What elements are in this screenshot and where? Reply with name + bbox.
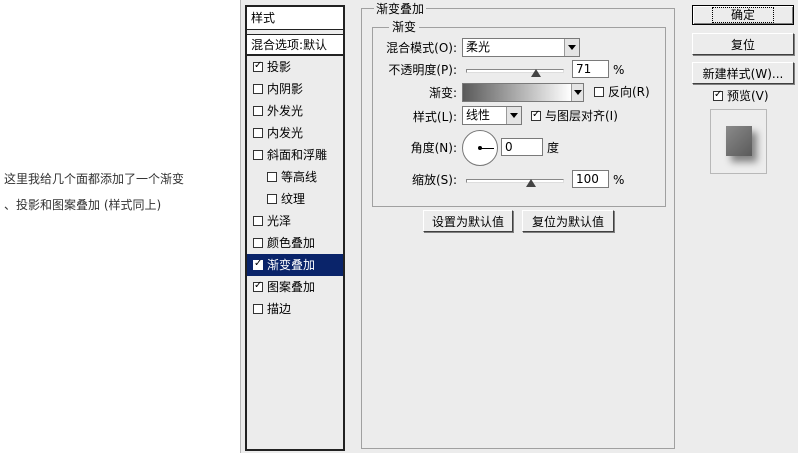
make-default-button[interactable]: 设置为默认值 bbox=[423, 210, 513, 232]
angle-dial-hand bbox=[480, 148, 494, 149]
style-item-label: 等高线 bbox=[281, 170, 318, 184]
angle-label: 角度(N): bbox=[410, 141, 457, 155]
reverse-checkbox-box[interactable] bbox=[594, 87, 604, 97]
style-item[interactable]: 光泽 bbox=[247, 210, 343, 232]
align-with-layer-checkbox[interactable]: 与图层对齐(I) bbox=[531, 108, 618, 124]
opacity-input[interactable]: 71 bbox=[572, 60, 609, 78]
chevron-down-icon[interactable] bbox=[571, 84, 583, 101]
style-item-checkbox[interactable] bbox=[253, 257, 263, 271]
angle-dial-center bbox=[478, 146, 482, 150]
ok-button[interactable]: 确定 bbox=[692, 5, 794, 25]
style-value: 线性 bbox=[466, 108, 491, 122]
style-item-checkbox[interactable] bbox=[253, 279, 263, 293]
style-item[interactable]: 图案叠加 bbox=[247, 276, 343, 298]
preview-checkbox[interactable]: 预览(V) bbox=[713, 88, 769, 104]
style-item[interactable]: 颜色叠加 bbox=[247, 232, 343, 254]
style-item-label: 斜面和浮雕 bbox=[267, 148, 328, 162]
style-item[interactable]: 斜面和浮雕 bbox=[247, 144, 343, 166]
style-preview-thumbnail bbox=[710, 109, 767, 174]
scale-slider-track[interactable] bbox=[466, 179, 564, 183]
style-item-label: 投影 bbox=[267, 60, 292, 74]
angle-input[interactable]: 0 bbox=[501, 138, 543, 156]
align-checkbox-box[interactable] bbox=[531, 108, 541, 122]
opacity-slider-thumb[interactable] bbox=[530, 69, 541, 77]
style-item-label: 内发光 bbox=[267, 126, 304, 140]
gradient-swatch[interactable] bbox=[463, 84, 571, 101]
side-note: 这里我给几个面都添加了一个渐变 、投影和图案叠加 (样式同上) bbox=[4, 166, 229, 218]
layer-style-dialog: 样式 混合选项:默认 投影内阴影外发光内发光斜面和浮雕等高线纹理光泽颜色叠加渐变… bbox=[240, 0, 798, 453]
style-item-label: 图案叠加 bbox=[267, 280, 316, 294]
gradient-group-title: 渐变 bbox=[389, 20, 420, 34]
style-item[interactable]: 渐变叠加 bbox=[247, 254, 343, 276]
panel-title: 渐变叠加 bbox=[374, 2, 427, 16]
style-item[interactable]: 描边 bbox=[247, 298, 343, 320]
chevron-down-icon bbox=[506, 107, 521, 124]
styles-list-header[interactable]: 样式 bbox=[247, 7, 343, 30]
reset-to-default-button[interactable]: 复位为默认值 bbox=[522, 210, 614, 232]
preview-checkbox-box[interactable] bbox=[713, 88, 723, 102]
gradient-picker[interactable] bbox=[462, 83, 584, 102]
style-item-checkbox[interactable] bbox=[267, 194, 277, 204]
styles-list: 样式 混合选项:默认 投影内阴影外发光内发光斜面和浮雕等高线纹理光泽颜色叠加渐变… bbox=[245, 5, 345, 451]
scale-label: 缩放(S): bbox=[411, 173, 457, 187]
opacity-label: 不透明度(P): bbox=[388, 63, 457, 77]
gradient-overlay-panel: 渐变叠加 渐变 混合模式(O): 柔光 不透明度(P): 71 % 渐变: 反向… bbox=[361, 2, 675, 449]
style-item-label: 颜色叠加 bbox=[267, 236, 316, 250]
chevron-down-icon bbox=[564, 39, 579, 56]
scale-unit: % bbox=[613, 173, 625, 187]
preview-swatch bbox=[726, 126, 752, 156]
blend-mode-value: 柔光 bbox=[466, 40, 491, 54]
style-item-checkbox[interactable] bbox=[253, 106, 263, 116]
preview-label: 预览(V) bbox=[727, 89, 769, 103]
align-label: 与图层对齐(I) bbox=[545, 109, 618, 123]
style-item-checkbox[interactable] bbox=[253, 238, 263, 248]
style-item[interactable]: 外发光 bbox=[247, 100, 343, 122]
style-item-checkbox[interactable] bbox=[253, 59, 263, 73]
style-item[interactable]: 内发光 bbox=[247, 122, 343, 144]
side-note-line-2: 、投影和图案叠加 (样式同上) bbox=[4, 198, 162, 212]
style-item[interactable]: 等高线 bbox=[247, 166, 343, 188]
style-item-checkbox[interactable] bbox=[253, 150, 263, 160]
style-item[interactable]: 内阴影 bbox=[247, 78, 343, 100]
reverse-label: 反向(R) bbox=[608, 85, 650, 99]
reset-button[interactable]: 复位 bbox=[692, 33, 794, 55]
style-item-checkbox[interactable] bbox=[253, 216, 263, 226]
new-style-button[interactable]: 新建样式(W)... bbox=[692, 62, 794, 84]
opacity-unit: % bbox=[613, 63, 625, 77]
style-item-checkbox[interactable] bbox=[253, 304, 263, 314]
scale-slider-thumb[interactable] bbox=[526, 179, 537, 187]
style-item-label: 内阴影 bbox=[267, 82, 304, 96]
style-item[interactable]: 纹理 bbox=[247, 188, 343, 210]
gradient-group: 渐变 混合模式(O): 柔光 不透明度(P): 71 % 渐变: 反向(R) 样… bbox=[372, 20, 666, 207]
style-label: 样式(L): bbox=[412, 110, 457, 124]
scale-input[interactable]: 100 bbox=[572, 170, 609, 188]
style-item-checkbox[interactable] bbox=[267, 172, 277, 182]
angle-unit: 度 bbox=[547, 141, 560, 155]
style-item-label: 描边 bbox=[267, 302, 292, 316]
blend-mode-select[interactable]: 柔光 bbox=[462, 38, 580, 57]
style-item[interactable]: 投影 bbox=[247, 56, 343, 78]
angle-dial[interactable] bbox=[462, 130, 498, 166]
style-items: 投影内阴影外发光内发光斜面和浮雕等高线纹理光泽颜色叠加渐变叠加图案叠加描边 bbox=[247, 56, 343, 320]
style-item-label: 纹理 bbox=[281, 192, 306, 206]
blend-mode-label: 混合模式(O): bbox=[386, 41, 457, 55]
side-note-line-1: 这里我给几个面都添加了一个渐变 bbox=[4, 172, 185, 186]
gradient-label: 渐变: bbox=[428, 86, 457, 100]
opacity-slider-track[interactable] bbox=[466, 69, 564, 73]
blending-options-item[interactable]: 混合选项:默认 bbox=[247, 34, 343, 56]
ok-button-label: 确定 bbox=[711, 7, 774, 23]
reverse-checkbox[interactable]: 反向(R) bbox=[594, 84, 650, 100]
style-item-checkbox[interactable] bbox=[253, 128, 263, 138]
style-select[interactable]: 线性 bbox=[462, 106, 522, 125]
style-item-label: 光泽 bbox=[267, 214, 292, 228]
style-item-label: 渐变叠加 bbox=[267, 258, 316, 272]
style-item-label: 外发光 bbox=[267, 104, 304, 118]
style-item-checkbox[interactable] bbox=[253, 84, 263, 94]
